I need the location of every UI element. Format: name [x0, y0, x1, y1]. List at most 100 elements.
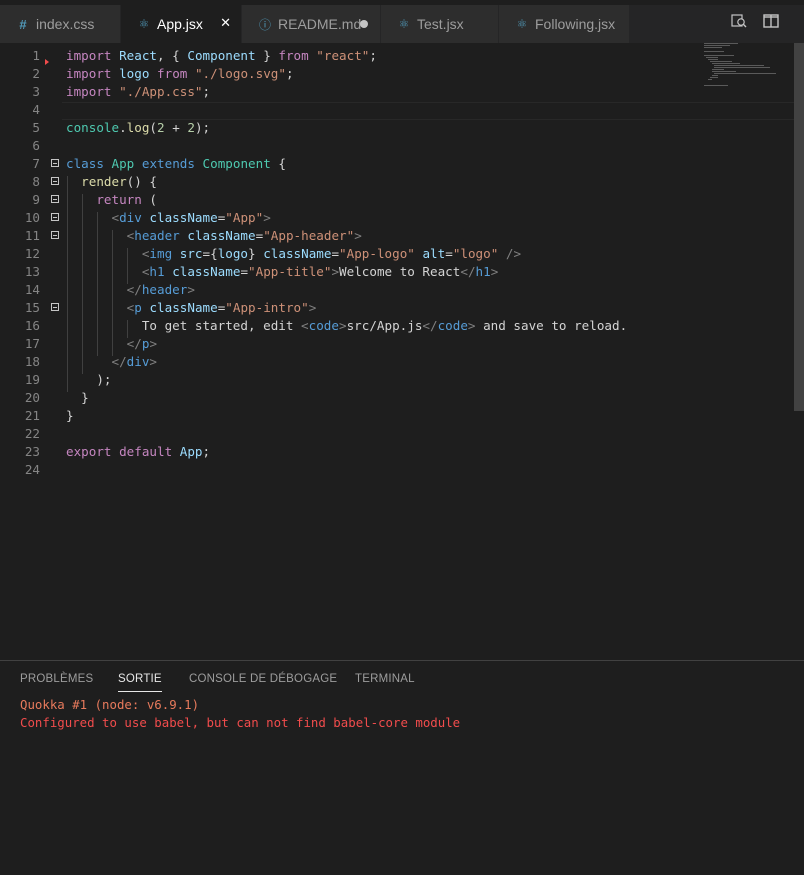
- code-token: log: [126, 120, 150, 135]
- tab-following-jsx[interactable]: ⚛ Following.jsx: [499, 5, 630, 43]
- panel-tab-problems[interactable]: PROBLÈMES: [20, 673, 93, 685]
- tab-readme-md[interactable]: ⓘ README.md: [242, 5, 381, 43]
- code-token: 2: [187, 120, 195, 135]
- react-icon: ⚛: [138, 17, 150, 31]
- minimap[interactable]: [700, 43, 794, 103]
- code-token: >: [467, 318, 476, 333]
- code-token: "App-intro": [225, 300, 309, 315]
- fold-collapse-icon[interactable]: [51, 213, 59, 221]
- vertical-scrollbar[interactable]: [794, 43, 804, 659]
- code-token: and save to reload.: [475, 318, 628, 333]
- code-token: }: [248, 246, 264, 261]
- code-line[interactable]: 18 </div>: [0, 353, 790, 371]
- code-token: div: [126, 354, 150, 369]
- code-token: h1: [149, 264, 165, 279]
- code-token: , {: [157, 48, 188, 63]
- code-line[interactable]: 10 <div className="App">: [0, 209, 790, 227]
- close-icon[interactable]: ✕: [220, 15, 231, 31]
- code-line[interactable]: 21}: [0, 407, 790, 425]
- tab-test-jsx[interactable]: ⚛ Test.jsx: [381, 5, 499, 43]
- code-token: import: [66, 84, 112, 99]
- tab-index-css[interactable]: # index.css: [0, 5, 121, 43]
- code-text: }: [66, 407, 74, 425]
- code-token: return: [96, 192, 142, 207]
- code-line[interactable]: 24: [0, 461, 790, 479]
- fold-collapse-icon[interactable]: [51, 177, 59, 185]
- code-line[interactable]: 22: [0, 425, 790, 443]
- code-line[interactable]: 7 class App extends Component {: [0, 155, 790, 173]
- panel-tab-output[interactable]: SORTIE: [118, 673, 162, 692]
- tab-app-jsx[interactable]: ⚛ App.jsx ✕: [121, 5, 242, 43]
- code-line[interactable]: 14 </header>: [0, 281, 790, 299]
- code-token: }: [66, 408, 74, 423]
- info-icon: ⓘ: [258, 17, 271, 32]
- code-token: App: [179, 444, 203, 459]
- code-token: }: [255, 48, 279, 63]
- code-token: .: [119, 120, 127, 135]
- code-line[interactable]: 3 import "./App.css";: [0, 83, 790, 101]
- code-token: {: [270, 156, 286, 171]
- code-line[interactable]: 8 render() {: [0, 173, 790, 191]
- code-text: <h1 className="App-title">Welcome to Rea…: [66, 263, 498, 281]
- code-line[interactable]: 1 import React, { Component } from "react…: [0, 47, 790, 65]
- code-token: className: [172, 264, 241, 279]
- code-token: div: [119, 210, 142, 225]
- code-token: className: [149, 300, 218, 315]
- code-text: </header>: [66, 281, 195, 299]
- scrollbar-thumb[interactable]: [794, 43, 804, 411]
- code-line[interactable]: 12 <img src={logo} className="App-logo" …: [0, 245, 790, 263]
- code-line[interactable]: 2 import logo from "./logo.svg";: [0, 65, 790, 83]
- unsaved-dot-icon[interactable]: [360, 20, 368, 28]
- code-line[interactable]: 17 </p>: [0, 335, 790, 353]
- line-number: 17: [24, 336, 40, 351]
- fold-collapse-icon[interactable]: [51, 159, 59, 167]
- code-line[interactable]: 13 <h1 className="App-title">Welcome to …: [0, 263, 790, 281]
- code-text: <p className="App-intro">: [66, 299, 317, 317]
- editor-actions: [714, 12, 804, 38]
- code-line[interactable]: 20 }: [0, 389, 790, 407]
- code-text: return (: [66, 191, 157, 209]
- code-line[interactable]: 16 To get started, edit <code>src/App.js…: [0, 317, 790, 335]
- code-token: >: [490, 264, 499, 279]
- code-token: "./App.css": [119, 84, 203, 99]
- code-line[interactable]: 6: [0, 137, 790, 155]
- react-icon: ⚛: [398, 17, 410, 31]
- code-text: import "./App.css";: [66, 83, 210, 101]
- code-line[interactable]: 11 <header className="App-header">: [0, 227, 790, 245]
- split-editor-icon[interactable]: [762, 12, 782, 32]
- line-number: 23: [24, 444, 40, 459]
- code-token: Component: [187, 48, 256, 63]
- fold-collapse-icon[interactable]: [51, 303, 59, 311]
- code-token: </: [460, 264, 476, 279]
- line-number: 20: [24, 390, 40, 405]
- panel-tab-debug-console[interactable]: CONSOLE DE DÉBOGAGE: [189, 673, 337, 685]
- line-number: 7: [32, 156, 40, 171]
- line-number: 3: [32, 84, 40, 99]
- indent-guide: [127, 248, 128, 284]
- code-token: className: [263, 246, 332, 261]
- code-line[interactable]: 9 return (: [0, 191, 790, 209]
- code-line[interactable]: 15 <p className="App-intro">: [0, 299, 790, 317]
- code-token: Welcome to React: [339, 264, 461, 279]
- line-number: 10: [24, 210, 40, 225]
- code-token: +: [164, 120, 188, 135]
- code-token: </: [126, 282, 142, 297]
- code-line[interactable]: 5 console.log(2 + 2);: [0, 119, 790, 137]
- tab-label: Following.jsx: [535, 16, 616, 32]
- code-line[interactable]: 19 );: [0, 371, 790, 389]
- code-token: App: [111, 156, 135, 171]
- open-preview-icon[interactable]: [730, 12, 750, 32]
- fold-collapse-icon[interactable]: [51, 231, 59, 239]
- code-editor[interactable]: 1 import React, { Component } from "react…: [0, 43, 794, 659]
- code-token: code: [308, 318, 339, 333]
- fold-collapse-icon[interactable]: [51, 195, 59, 203]
- line-number: 21: [24, 408, 40, 423]
- line-number: 13: [24, 264, 40, 279]
- code-line[interactable]: 23 export default App;: [0, 443, 790, 461]
- code-token: </: [126, 336, 142, 351]
- code-text: }: [66, 389, 89, 407]
- code-line[interactable]: 4: [0, 101, 790, 119]
- panel-tab-terminal[interactable]: TERMINAL: [355, 673, 415, 685]
